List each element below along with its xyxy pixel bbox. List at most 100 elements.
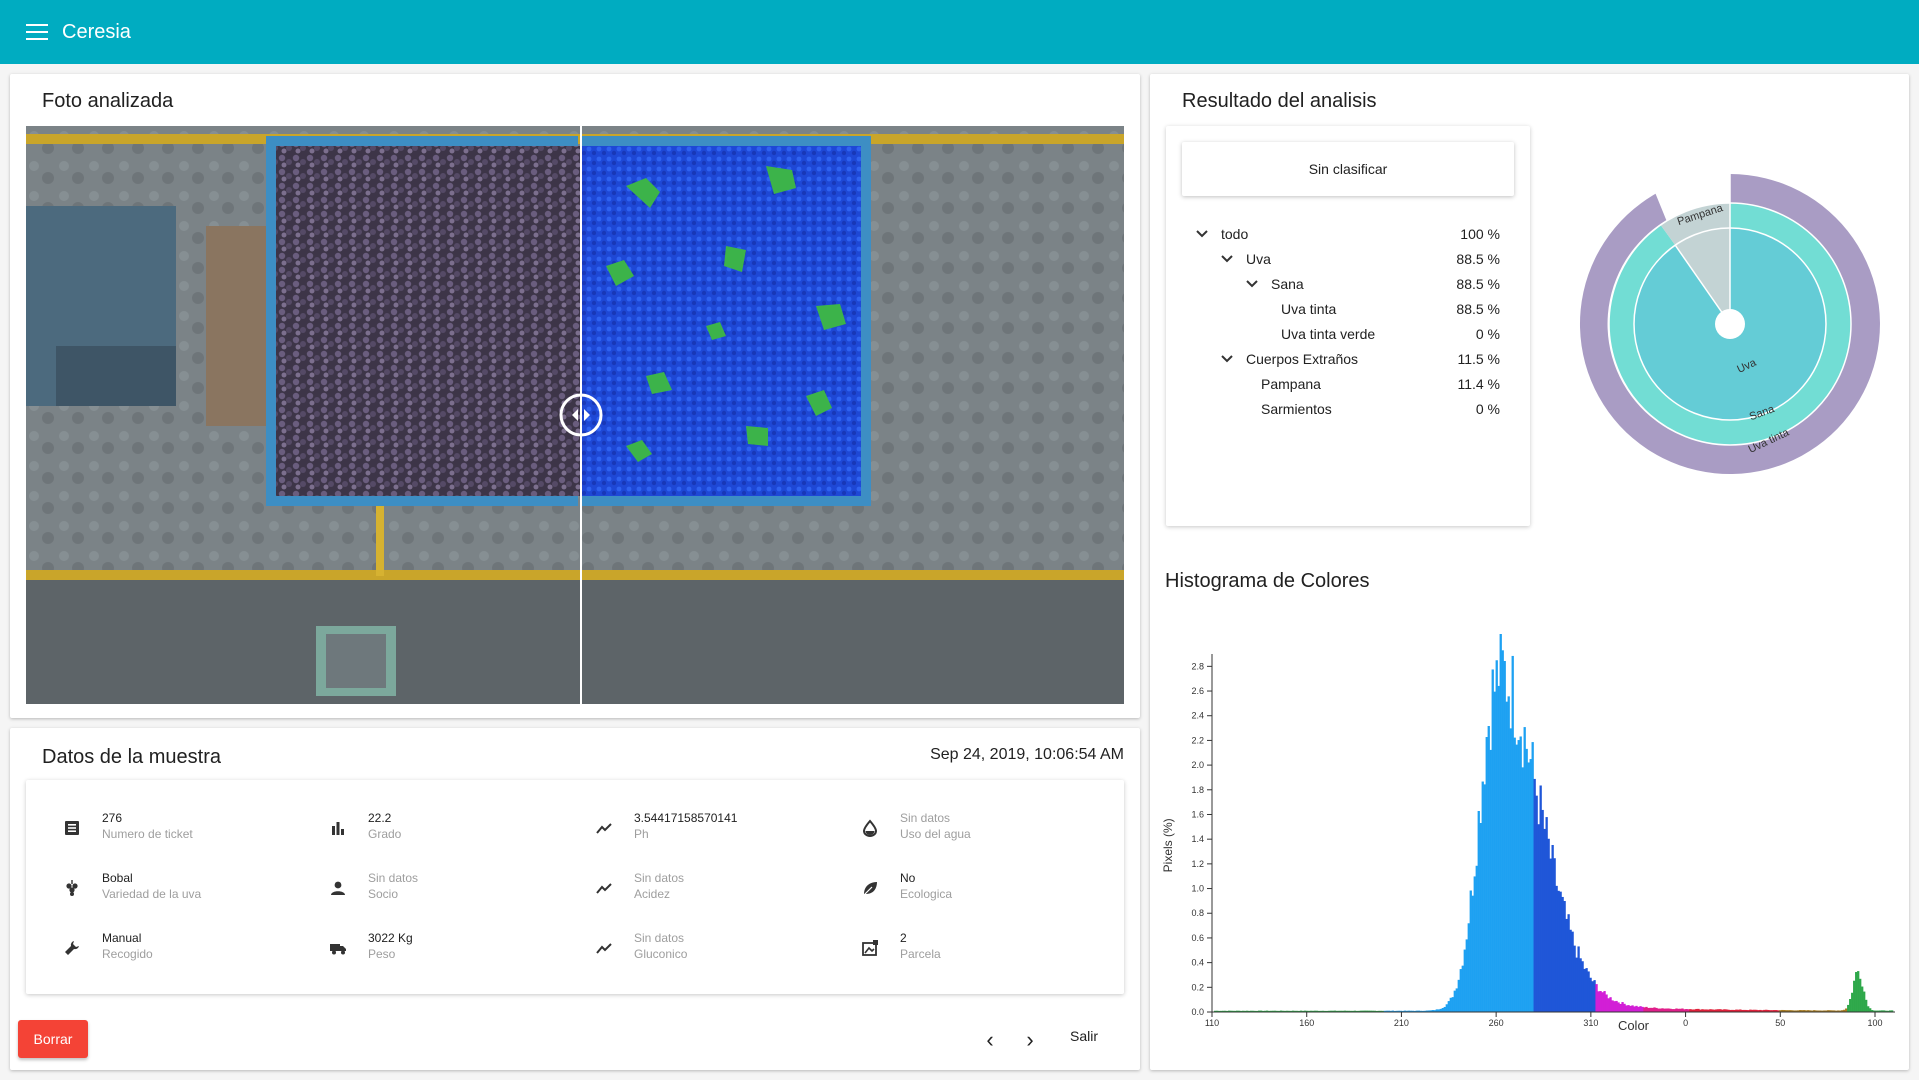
histogram-bar	[1461, 965, 1464, 1012]
prev-button[interactable]: ‹	[980, 1027, 1000, 1052]
histogram-bar	[1603, 991, 1606, 1012]
bar-chart-icon	[324, 814, 352, 842]
wrench-icon	[58, 934, 86, 962]
tree-row-sarmientos[interactable]: Sarmientos 0 %	[1166, 398, 1530, 423]
histogram-bar	[1595, 984, 1598, 1012]
histogram-bar	[1859, 978, 1862, 1012]
tree-row-sana[interactable]: Sana 88.5 %	[1166, 273, 1530, 298]
histogram-bar	[1493, 691, 1496, 1012]
histogram-bar	[1473, 876, 1476, 1012]
histogram-bar	[1561, 896, 1564, 1012]
histogram-bar	[1609, 997, 1612, 1012]
histogram-bar	[1505, 701, 1508, 1012]
histogram-bar	[1555, 885, 1558, 1012]
histogram-bar	[1589, 977, 1592, 1012]
histogram-bar	[1865, 999, 1868, 1012]
histogram-bar	[1659, 1008, 1662, 1012]
histogram-bar	[1637, 1006, 1640, 1012]
y-tick-label: 0.8	[1191, 908, 1204, 918]
histogram-bar	[1581, 961, 1584, 1012]
photo-title: Foto analizada	[42, 90, 174, 112]
result-title: Resultado del analisis	[1182, 90, 1377, 112]
sunburst-chart[interactable]: Uva Sana Uva tinta Pampana	[1570, 164, 1890, 484]
y-axis-label: Pixels (%)	[1161, 818, 1175, 872]
histogram-bar	[1579, 958, 1582, 1012]
histogram-bar	[1523, 727, 1526, 1012]
histogram-bar	[1611, 1000, 1614, 1012]
histogram-bar	[1467, 923, 1470, 1012]
tree-row-cuerpos-extranos[interactable]: Cuerpos Extraños 11.5 %	[1166, 348, 1530, 373]
trending-icon	[590, 874, 618, 902]
field-variedad: Bobal Variedad de la uva	[58, 870, 201, 902]
histogram-bar	[1465, 939, 1468, 1012]
tree-row-uva[interactable]: Uva 88.5 %	[1166, 248, 1530, 273]
app-title: Ceresia	[62, 20, 131, 43]
y-tick-label: 1.0	[1191, 884, 1204, 894]
histogram-bar	[1617, 1002, 1620, 1012]
histogram-bar	[1597, 991, 1600, 1012]
histogram-bar	[1525, 748, 1528, 1012]
chevron-down-icon[interactable]	[1219, 250, 1235, 266]
histogram-bar	[1447, 1001, 1450, 1012]
histogram-bar	[1457, 979, 1460, 1012]
histogram-bar	[1681, 1008, 1684, 1012]
sample-title: Datos de la muestra	[42, 746, 221, 768]
histogram-bar	[1601, 992, 1604, 1012]
histogram-bar	[1497, 685, 1500, 1012]
field-grado: 22.2 Grado	[324, 810, 401, 842]
histogram-bar	[1535, 795, 1538, 1012]
histogram-bar	[1861, 986, 1864, 1012]
x-tick-label: 0	[1683, 1018, 1688, 1028]
histogram-bar	[1627, 1005, 1630, 1012]
sample-fields: 276 Numero de ticket 22.2 Grado 3.54417158…	[26, 780, 1124, 994]
histogram-bar	[1649, 1007, 1652, 1012]
field-socio: Sin datos Socio	[324, 870, 418, 902]
menu-icon[interactable]	[26, 24, 48, 40]
histogram-bar	[1857, 971, 1860, 1012]
histogram-bar	[1541, 809, 1544, 1012]
histogram-bar	[1847, 1004, 1850, 1012]
histogram-bar	[1487, 726, 1490, 1012]
histogram-bar	[1577, 946, 1580, 1012]
sample-date: Sep 24, 2019, 10:06:54 AM	[930, 746, 1124, 763]
tree-row-todo[interactable]: todo 100 %	[1166, 223, 1530, 248]
histogram-bar	[1569, 929, 1572, 1012]
histogram-bar	[1445, 1004, 1448, 1012]
histogram-bar	[1651, 1007, 1654, 1012]
grape-icon	[58, 874, 86, 902]
histogram-bar	[1547, 838, 1550, 1012]
tree-row-pampana[interactable]: Pampana 11.4 %	[1166, 373, 1530, 398]
classify-button[interactable]: Sin clasificar	[1182, 142, 1514, 196]
chevron-down-icon[interactable]	[1194, 225, 1210, 241]
field-peso: 3022 Kg Peso	[324, 930, 413, 962]
histogram-bar	[1571, 931, 1574, 1012]
comparison-image[interactable]	[26, 126, 1124, 704]
chevron-down-icon[interactable]	[1244, 275, 1260, 291]
histogram-bar	[1453, 990, 1456, 1012]
field-gluconico: Sin datos Gluconico	[590, 930, 687, 962]
y-tick-label: 1.4	[1191, 834, 1204, 844]
histogram-bar	[1573, 945, 1576, 1012]
histogram-bar	[1557, 890, 1560, 1012]
histogram-bar	[1449, 997, 1452, 1012]
histogram-bar	[1635, 1005, 1638, 1012]
histogram-bar	[1853, 980, 1856, 1012]
delete-button[interactable]: Borrar	[18, 1020, 88, 1058]
histogram-bar	[1527, 762, 1530, 1012]
histogram-bar	[1585, 968, 1588, 1012]
tree-row-uva-tinta[interactable]: Uva tinta 88.5 %	[1166, 298, 1530, 323]
histogram-bar	[1849, 998, 1852, 1012]
histogram-bar	[1647, 1007, 1650, 1012]
exit-button[interactable]: Salir	[1070, 1028, 1098, 1044]
histogram-bar	[1607, 998, 1610, 1012]
y-tick-label: 0.6	[1191, 933, 1204, 943]
next-button[interactable]: ›	[1020, 1027, 1040, 1052]
histogram-bar	[1501, 650, 1504, 1012]
histogram-bar	[1641, 1006, 1644, 1012]
histogram-bar	[1605, 994, 1608, 1012]
chevron-down-icon[interactable]	[1219, 350, 1235, 366]
water-drop-icon	[856, 814, 884, 842]
y-tick-label: 2.8	[1191, 661, 1204, 671]
histogram-bar	[1545, 817, 1548, 1012]
tree-row-uva-tinta-verde[interactable]: Uva tinta verde 0 %	[1166, 323, 1530, 348]
